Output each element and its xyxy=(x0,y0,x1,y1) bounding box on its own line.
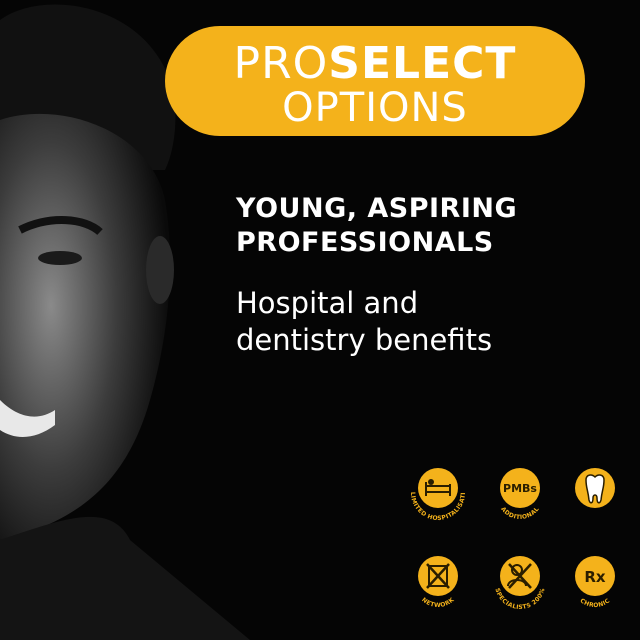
subline-line-2: dentistry benefits xyxy=(236,323,493,357)
svg-text:NETWORK: NETWORK xyxy=(420,596,456,609)
pmbs-icon: PMBs ADDITIONAL xyxy=(487,460,553,526)
title-select: SELECT xyxy=(328,38,517,89)
specialists-crossed-icon: SPECIALISTS 200% xyxy=(487,550,553,616)
svg-text:CHRONIC: CHRONIC xyxy=(579,597,612,609)
network-label: NETWORK xyxy=(420,596,455,609)
title-options: OPTIONS xyxy=(282,85,468,131)
title-pro: PRO xyxy=(233,38,329,89)
network-crossed-icon: NETWORK xyxy=(405,550,471,616)
proselect-options-banner: PROSELECT OPTIONS xyxy=(165,26,585,136)
rx-text: Rx xyxy=(584,568,606,586)
tooth-icon xyxy=(562,460,628,526)
hospital-bed-icon: UNLIMITED HOSPITALISATION xyxy=(405,460,471,526)
headline: YOUNG, ASPIRING PROFESSIONALS xyxy=(236,192,616,260)
headline-line-2: PROFESSIONALS xyxy=(236,227,494,258)
headline-line-1: YOUNG, ASPIRING xyxy=(236,193,518,224)
title-line-1: PROSELECT xyxy=(165,40,585,88)
rx-icon: Rx CHRONIC xyxy=(562,550,628,616)
subline-line-1: Hospital and xyxy=(236,286,419,320)
pmbs-text: PMBs xyxy=(503,482,537,495)
benefits-description: Hospital and dentistry benefits xyxy=(236,285,616,359)
chronic-label: CHRONIC xyxy=(579,597,612,609)
